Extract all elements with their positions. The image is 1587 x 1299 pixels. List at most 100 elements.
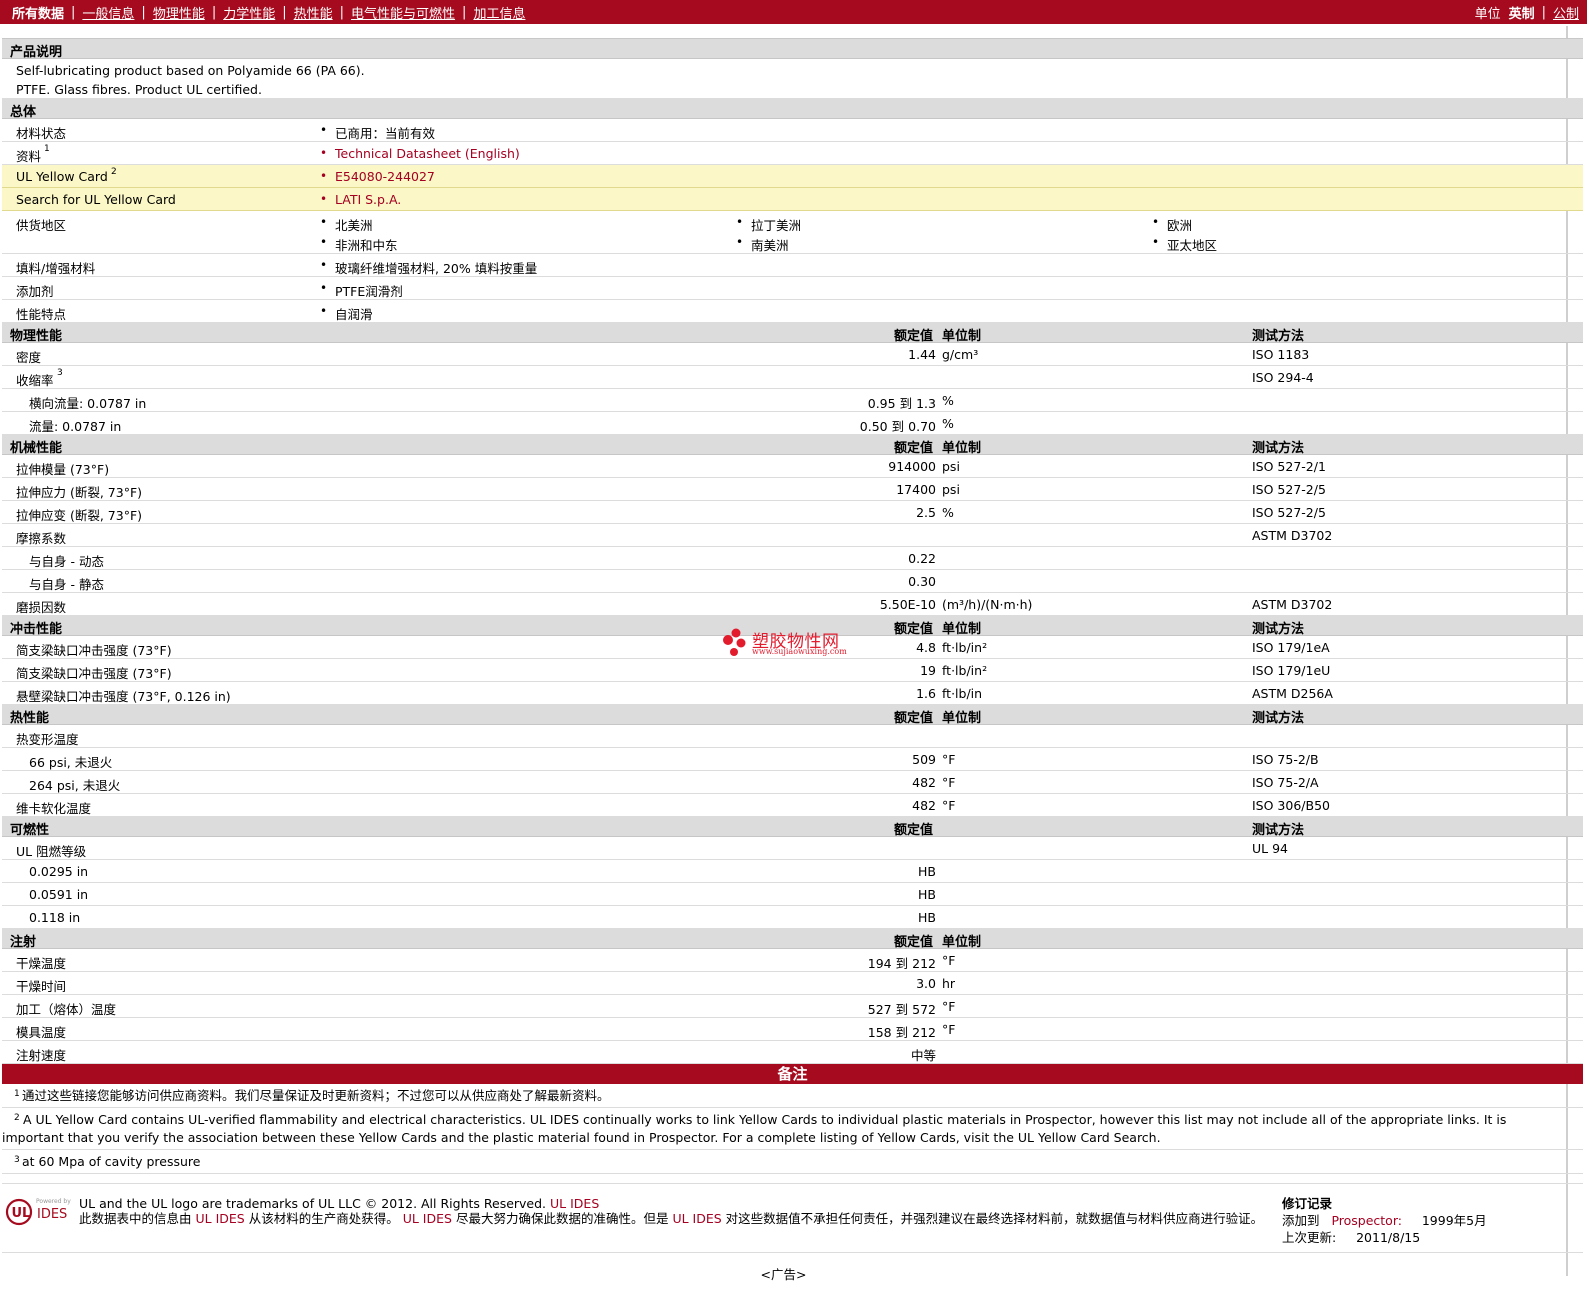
general-value-link[interactable]: Technical Datasheet (English) — [320, 146, 520, 161]
trademark-line: UL and the UL logo are trademarks of UL … — [79, 1196, 600, 1211]
property-unit: % — [942, 416, 954, 431]
notes-list: 1 通过这些链接您能够访问供应商资料。我们尽量保证及时更新资料；不过您可以从供应商… — [2, 1084, 1583, 1174]
product-description: Self-lubricating product based on Polyam… — [2, 59, 1583, 99]
general-row: 材料状态 已商用：当前有效 — [2, 119, 1583, 142]
property-row: 拉伸应变 (断裂, 73°F) 2.5% ISO 527-2/5 — [2, 501, 1583, 524]
property-row: 横向流量: 0.0787 in 0.95 到 1.3% — [2, 389, 1583, 412]
property-value: 482 — [912, 775, 936, 790]
property-row: 密度 1.44 g/cm³ ISO 1183 — [2, 343, 1583, 366]
property-label: 热变形温度 — [16, 732, 79, 747]
ul-ides-link-4[interactable]: UL IDES — [672, 1211, 721, 1226]
col-header-method: 测试方法 — [1252, 711, 1305, 726]
property-value: 0.22 — [908, 551, 936, 566]
general-row: 添加剂 PTFE润滑剂 — [2, 277, 1583, 300]
nav-physical[interactable]: 物理性能 — [153, 3, 205, 22]
section-title: 机械性能 — [10, 441, 63, 456]
ul-ides-link-3[interactable]: UL IDES — [403, 1211, 452, 1226]
property-unit: °F — [942, 775, 956, 790]
property-row: 磨损因数 5.50E-10 (m³/h)/(N·m·h) ASTM D3702 — [2, 593, 1583, 616]
property-label: 悬壁梁缺口冲击强度 (73°F, 0.126 in) — [16, 689, 231, 704]
property-unit: % — [942, 393, 954, 408]
note-text: A UL Yellow Card contains UL-verified fl… — [2, 1112, 1507, 1145]
nav-all-data[interactable]: 所有数据 — [12, 3, 64, 22]
col-header-method: 测试方法 — [1252, 329, 1305, 344]
property-row: 流量: 0.0787 in 0.50 到 0.70% — [2, 412, 1583, 435]
value-min: 0.30 — [908, 574, 936, 589]
property-row: 0.0295 in HB — [2, 860, 1583, 883]
general-row-label: 性能特点 — [16, 307, 67, 322]
revision-header: 修订记录 — [1282, 1196, 1333, 1211]
general-row: 性能特点 自润滑 — [2, 300, 1583, 323]
value-min: 中等 — [910, 1048, 936, 1063]
general-rows: 材料状态 已商用：当前有效资料1 Technical Datasheet (Engl… — [2, 119, 1583, 323]
test-method: ASTM D256A — [1252, 686, 1333, 701]
property-row: 与自身 - 动态 0.22 — [2, 547, 1583, 570]
col-header-nominal: 额定值 — [894, 823, 934, 838]
property-value: 2.5 — [916, 505, 936, 520]
property-value: 0.50 到 0.70 — [860, 416, 936, 435]
unit-imperial[interactable]: 英制 — [1509, 3, 1535, 22]
general-row-label: 材料状态 — [16, 126, 67, 141]
general-value: 已商用：当前有效 — [320, 123, 435, 142]
test-method: ISO 1183 — [1252, 347, 1310, 362]
ul-ides-link-2[interactable]: UL IDES — [196, 1211, 245, 1226]
nav-thermal[interactable]: 热性能 — [294, 3, 333, 22]
test-method: ASTM D3702 — [1252, 597, 1333, 612]
note-number: 1 — [14, 1089, 20, 1099]
watermark: 塑胶物性网 www.sujiaowuxing.com — [722, 626, 852, 660]
general-value: 非洲和中东 — [320, 235, 397, 254]
property-row: 干燥温度 194 到 212 °F — [2, 949, 1583, 972]
value-min: 0.50 — [859, 419, 888, 434]
property-value: 1.44 — [908, 347, 936, 362]
logo-ides-text: IDES — [37, 1207, 67, 1222]
footnote-ref[interactable]: 1 — [44, 144, 50, 154]
test-method: ASTM D3702 — [1252, 528, 1333, 543]
range-to: 到 — [899, 396, 913, 411]
general-row: 资料1 Technical Datasheet (English) — [2, 142, 1583, 165]
property-row: 摩擦系数 ASTM D3702 — [2, 524, 1583, 547]
ul-ides-logo-icon: Powered by UL IDES — [5, 1198, 71, 1226]
nav-tabs: 所有数据 | 一般信息 | 物理性能 | 力学性能 | 热性能 | 电气性能与可… — [12, 3, 526, 22]
col-header-unit: 单位制 — [942, 441, 982, 456]
property-value: 482 — [912, 798, 936, 813]
property-value: 914000 — [888, 459, 936, 474]
general-value-link[interactable]: E54080-244027 — [320, 169, 435, 184]
property-value: 1.6 — [916, 686, 936, 701]
test-method: ISO 75-2/B — [1252, 752, 1319, 767]
nav-electrical-flammability[interactable]: 电气性能与可燃性 — [351, 3, 455, 22]
property-row: 66 psi, 未退火 509 °F ISO 75-2/B — [2, 748, 1583, 771]
value-max: 0.70 — [908, 419, 936, 434]
property-value: HB — [918, 910, 936, 925]
property-row: 拉伸应力 (断裂, 73°F) 17400 psi ISO 527-2/5 — [2, 478, 1583, 501]
value-min: 158 — [867, 1025, 892, 1040]
value-min: HB — [918, 910, 936, 925]
col-header-unit: 单位制 — [942, 622, 982, 637]
property-label: 0.0295 in — [29, 864, 89, 879]
note-text: at 60 Mpa of cavity pressure — [22, 1154, 201, 1169]
col-header-unit: 单位制 — [942, 935, 982, 950]
property-label: 摩擦系数 — [16, 531, 67, 546]
footnote-ref[interactable]: 3 — [57, 368, 63, 378]
nav-processing[interactable]: 加工信息 — [473, 3, 525, 22]
nav-mechanical[interactable]: 力学性能 — [223, 3, 275, 22]
property-unit: °F — [942, 999, 956, 1014]
general-row: UL Yellow Card2 E54080-244027 — [2, 165, 1583, 188]
prospector-link[interactable]: Prospector: — [1331, 1213, 1402, 1228]
nav-general-info[interactable]: 一般信息 — [82, 3, 134, 22]
property-label: 注射速度 — [16, 1048, 67, 1063]
general-value: 欧洲 — [1152, 215, 1192, 234]
property-label: 流量: 0.0787 in — [29, 419, 122, 434]
unit-metric[interactable]: 公制 — [1553, 3, 1579, 22]
ad-placeholder[interactable]: <广告> — [0, 1264, 1567, 1283]
property-unit: % — [942, 505, 954, 520]
footnote-ref[interactable]: 2 — [111, 167, 117, 177]
property-label: 干燥时间 — [16, 979, 67, 994]
footer: Powered by UL IDES UL and the UL logo ar… — [2, 1183, 1583, 1253]
section-title: 可燃性 — [10, 823, 50, 838]
ul-ides-link[interactable]: UL IDES — [550, 1196, 599, 1211]
general-value-link[interactable]: LATI S.p.A. — [320, 192, 401, 207]
value-min: 0.95 — [867, 396, 896, 411]
general-value: PTFE润滑剂 — [320, 281, 403, 300]
property-unit: °F — [942, 953, 956, 968]
property-unit: ft·lb/in — [942, 686, 983, 701]
